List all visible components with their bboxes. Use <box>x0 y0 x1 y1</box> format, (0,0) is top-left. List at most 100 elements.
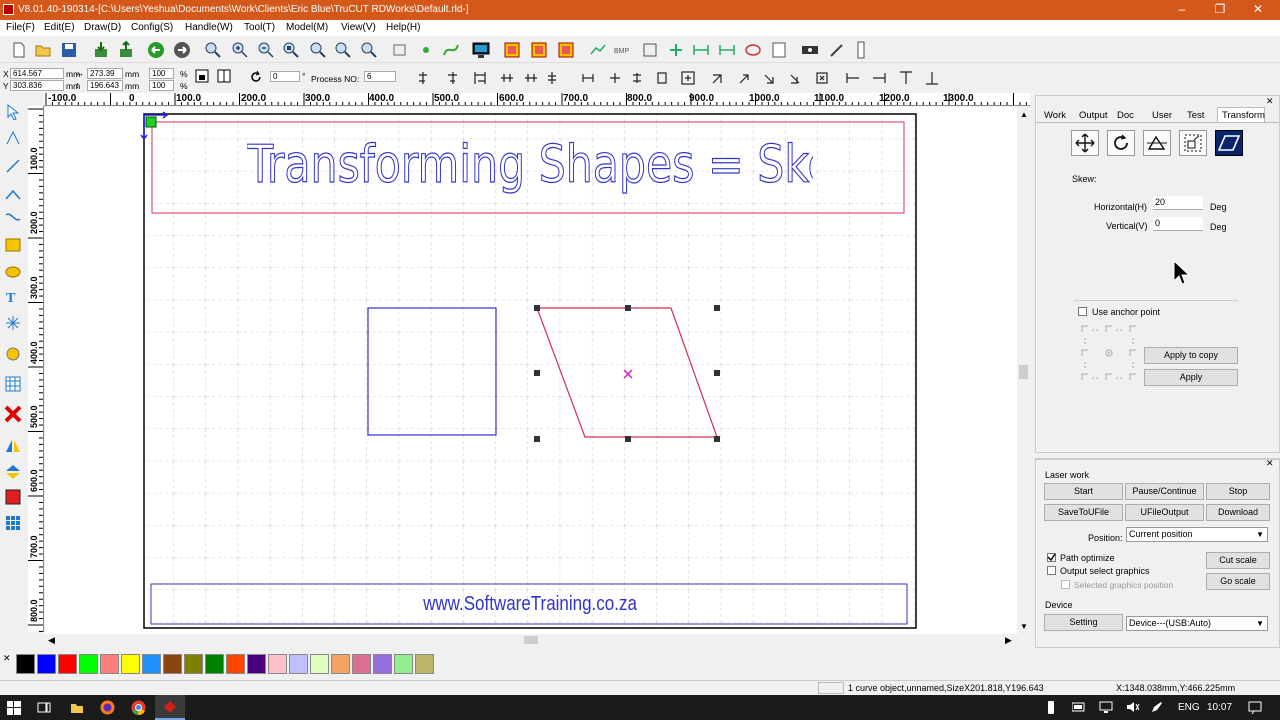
apply-to-copy-button[interactable]: Apply to copy <box>1144 347 1238 364</box>
file-explorer-icon[interactable] <box>70 701 84 715</box>
ellipse-tool-icon[interactable] <box>5 263 21 279</box>
rotate-icon[interactable] <box>249 70 263 84</box>
undo-icon[interactable] <box>147 41 165 59</box>
zoom-page-icon[interactable] <box>282 41 300 59</box>
work-canvas[interactable]: Transforming Shapes = Skewing www.Softwa… <box>45 107 1017 634</box>
close-button[interactable]: ✕ <box>1239 0 1277 20</box>
spacing-icon[interactable] <box>692 41 710 59</box>
vertical-scrollbar[interactable]: ▲ ▼ <box>1017 107 1030 634</box>
network-icon[interactable] <box>1099 701 1113 713</box>
color-swatch[interactable] <box>247 654 266 674</box>
color-swatch[interactable] <box>415 654 434 674</box>
redo-icon[interactable] <box>173 41 191 59</box>
node-edit-icon[interactable] <box>417 41 435 59</box>
image-tool-icon[interactable] <box>5 489 21 505</box>
mirror-icon[interactable] <box>217 69 231 83</box>
tab-doc[interactable]: Doc <box>1117 110 1134 121</box>
import-icon[interactable] <box>92 41 110 59</box>
apply-button[interactable]: Apply <box>1144 369 1238 386</box>
zoom-select-icon[interactable] <box>309 41 327 59</box>
color-swatch[interactable] <box>268 654 287 674</box>
color-swatch[interactable] <box>121 654 140 674</box>
laser-head-icon[interactable] <box>801 41 819 59</box>
vertical-skew-input[interactable]: 0 <box>1153 217 1203 231</box>
color-swatch[interactable] <box>226 654 245 674</box>
palette-close-icon[interactable]: ✕ <box>3 653 11 664</box>
menu-edit[interactable]: Edit(E) <box>44 22 75 33</box>
point-tool-icon[interactable] <box>5 315 21 331</box>
color-swatch[interactable] <box>163 654 182 674</box>
scroll-thumb[interactable] <box>1019 365 1028 379</box>
height-field[interactable]: 196.643 <box>87 80 123 91</box>
bitmap-icon[interactable]: BMP <box>614 41 632 59</box>
selection-handle[interactable] <box>625 436 631 442</box>
line-tool-icon[interactable] <box>5 158 21 174</box>
scale-transform-button[interactable] <box>1179 130 1207 156</box>
menu-config[interactable]: Config(S) <box>131 22 173 33</box>
document-icon[interactable] <box>770 41 788 59</box>
y-field[interactable]: 303.836 <box>10 80 64 91</box>
color-fill-icon[interactable] <box>5 346 21 362</box>
group-icon[interactable] <box>503 41 521 59</box>
pause-continue-button[interactable]: Pause/Continue <box>1125 483 1204 500</box>
open-folder-icon[interactable] <box>34 41 52 59</box>
cut-scale-button[interactable]: Cut scale <box>1206 552 1270 569</box>
chrome-icon[interactable] <box>131 700 146 715</box>
color-swatch[interactable] <box>310 654 329 674</box>
color-swatch[interactable] <box>79 654 98 674</box>
language-indicator[interactable]: ENG <box>1178 702 1200 713</box>
scroll-thumb[interactable] <box>524 636 538 644</box>
color-swatch[interactable] <box>100 654 119 674</box>
smooth-curve-icon[interactable] <box>589 41 607 59</box>
color-swatch[interactable] <box>142 654 161 674</box>
polyline-tool-icon[interactable] <box>5 185 21 201</box>
tab-transform-active[interactable]: Transform <box>1217 107 1265 123</box>
selection-handle[interactable] <box>714 370 720 376</box>
clock[interactable]: 10:07 <box>1207 702 1232 713</box>
zoom-all-icon[interactable] <box>360 41 378 59</box>
selection-handle[interactable] <box>534 370 540 376</box>
maximize-button[interactable]: ❐ <box>1201 0 1239 20</box>
selection-handle[interactable] <box>714 305 720 311</box>
path-optimize-checkbox[interactable] <box>1047 553 1056 562</box>
rectangle-tool-icon[interactable] <box>5 237 21 253</box>
save-to-ufile-button[interactable]: SaveToUFile <box>1044 504 1123 521</box>
color-swatch[interactable] <box>352 654 371 674</box>
usb-icon[interactable] <box>1046 701 1056 714</box>
rotate-field[interactable]: 0 <box>270 71 300 82</box>
footer-text[interactable]: www.SoftwareTraining.co.za <box>373 592 688 616</box>
mirror-v-icon[interactable] <box>5 464 21 480</box>
ungroup-icon[interactable] <box>530 41 548 59</box>
grid-tool-icon[interactable] <box>5 376 21 392</box>
minimize-button[interactable]: – <box>1163 0 1201 20</box>
process-field[interactable]: 6 <box>364 71 396 82</box>
zoom-in-icon[interactable] <box>231 41 249 59</box>
magic-wand-icon[interactable] <box>828 41 846 59</box>
size-icon[interactable] <box>718 41 736 59</box>
ruler-icon[interactable] <box>852 41 870 59</box>
text-tool-icon[interactable]: T <box>5 288 21 304</box>
setting-button[interactable]: Setting <box>1044 614 1123 631</box>
array-icon[interactable] <box>667 41 685 59</box>
menu-tool[interactable]: Tool(T) <box>244 22 275 33</box>
start-button[interactable]: Start <box>1044 483 1123 500</box>
skew-transform-button[interactable] <box>1215 130 1243 156</box>
x-field[interactable]: 614.567 <box>10 68 64 79</box>
ufile-output-button[interactable]: UFileOutput <box>1125 504 1204 521</box>
menu-draw[interactable]: Draw(D) <box>84 22 121 33</box>
export-icon[interactable] <box>117 41 135 59</box>
notification-icon[interactable] <box>1248 701 1262 714</box>
mirror-transform-button[interactable] <box>1143 130 1171 156</box>
scroll-left-icon[interactable]: ◀ <box>48 635 55 646</box>
color-swatch[interactable] <box>331 654 350 674</box>
menu-file[interactable]: File(F) <box>6 22 35 33</box>
save-icon[interactable] <box>60 41 78 59</box>
device-select[interactable]: Device---(USB:Auto) ▼ <box>1126 616 1268 631</box>
rdworks-taskbar-button[interactable] <box>155 695 185 720</box>
scroll-right-icon[interactable]: ▶ <box>1005 635 1012 646</box>
tab-user[interactable]: User <box>1152 110 1172 121</box>
pen-icon[interactable] <box>1151 701 1163 713</box>
color-swatch[interactable] <box>16 654 35 674</box>
battery-icon[interactable] <box>1072 702 1086 712</box>
use-anchor-checkbox[interactable] <box>1078 307 1087 316</box>
